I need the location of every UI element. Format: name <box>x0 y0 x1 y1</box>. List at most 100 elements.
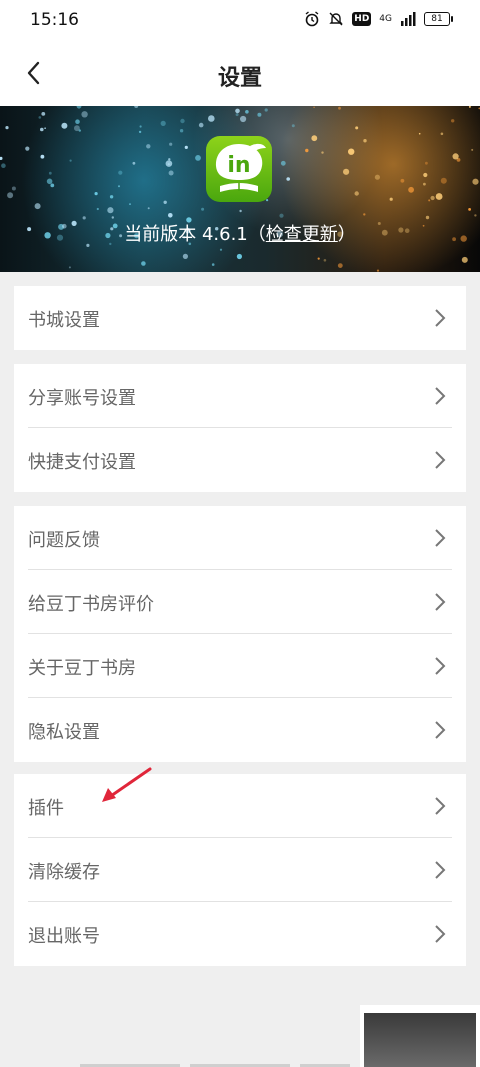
bokeh-dot <box>343 168 350 175</box>
settings-item-privacy[interactable]: 隐私设置 <box>14 698 466 762</box>
settings-group-1: 书城设置 <box>14 286 466 350</box>
signal-icon <box>401 12 416 26</box>
settings-item-label: 清除缓存 <box>28 862 100 883</box>
settings-item-label: 插件 <box>28 798 64 819</box>
bokeh-dot <box>451 119 455 123</box>
bokeh-dot <box>337 263 343 268</box>
bokeh-dot <box>472 178 479 185</box>
bokeh-dot <box>471 148 474 151</box>
settings-item-plugins[interactable]: 插件 <box>14 774 466 838</box>
chevron-right-icon <box>435 925 446 943</box>
settings-item-label: 书城设置 <box>28 310 100 331</box>
settings-item-label: 隐私设置 <box>28 722 100 743</box>
bokeh-dot <box>305 148 309 153</box>
bokeh-dot <box>423 172 428 178</box>
bokeh-dot <box>61 122 68 129</box>
bokeh-dot <box>5 126 9 130</box>
bokeh-dot <box>452 153 459 160</box>
bokeh-dot <box>408 186 414 193</box>
bokeh-dot <box>168 158 171 161</box>
bokeh-dot <box>389 197 393 201</box>
bokeh-dot <box>461 256 468 263</box>
bokeh-dot <box>139 125 142 128</box>
bokeh-dot <box>184 145 188 149</box>
bokeh-dot <box>279 213 284 218</box>
version-banner: in 当前版本 4.6.1（检查更新） <box>0 106 480 272</box>
settings-item-feedback[interactable]: 问题反馈 <box>14 506 466 570</box>
bokeh-dot <box>418 132 421 135</box>
bokeh-dot <box>168 170 174 176</box>
app-icon: in <box>206 136 272 202</box>
bokeh-dot <box>69 159 72 162</box>
settings-item-label: 分享账号设置 <box>28 388 136 409</box>
bokeh-dot <box>311 135 318 142</box>
bokeh-dot <box>147 207 150 210</box>
bokeh-dot <box>354 191 359 196</box>
settings-item-logout[interactable]: 退出账号 <box>14 902 466 966</box>
bokeh-dot <box>201 207 205 211</box>
bokeh-dot <box>435 193 443 200</box>
settings-item-about[interactable]: 关于豆丁书房 <box>14 634 466 698</box>
bokeh-dot <box>7 192 14 199</box>
bokeh-dot <box>211 263 215 266</box>
thumbnail-image <box>364 1013 476 1067</box>
bokeh-dot <box>182 253 188 259</box>
bokeh-dot <box>163 200 167 204</box>
bell-muted-icon <box>329 12 343 26</box>
bokeh-dot <box>291 124 295 128</box>
settings-item-label: 快捷支付设置 <box>28 452 136 473</box>
bokeh-dot <box>44 127 46 129</box>
bokeh-dot <box>235 113 239 117</box>
settings-group-2: 分享账号设置 快捷支付设置 <box>14 364 466 492</box>
app-logo-icon: in <box>215 143 266 192</box>
bokeh-dot <box>280 160 286 166</box>
bokeh-dot <box>179 129 184 133</box>
bokeh-dot <box>198 122 204 128</box>
version-prefix: 当前版本 4.6.1（ <box>124 224 266 245</box>
check-update-link[interactable]: 检查更新 <box>266 224 338 245</box>
bokeh-dot <box>75 119 80 124</box>
status-icons: HD 4G 81 <box>304 11 453 27</box>
bokeh-dot <box>363 213 366 216</box>
bokeh-dot <box>129 203 131 205</box>
bokeh-dot <box>111 216 115 219</box>
bokeh-dot <box>240 115 247 123</box>
bokeh-dot <box>321 151 324 154</box>
bokeh-dot <box>239 209 242 213</box>
bokeh-dot <box>0 156 3 160</box>
bokeh-dot <box>81 111 88 118</box>
page-title: 设置 <box>217 66 262 91</box>
bottom-thumbnail <box>360 1005 480 1067</box>
bokeh-dot <box>348 148 355 155</box>
status-bar: 15:16 HD 4G 81 <box>0 0 480 40</box>
chevron-right-icon <box>435 309 446 327</box>
bokeh-dot <box>428 199 431 202</box>
bokeh-dot <box>132 161 136 165</box>
bokeh-dot <box>168 213 173 218</box>
bokeh-dot <box>76 106 82 109</box>
bokeh-dot <box>40 154 45 159</box>
bokeh-dot <box>160 120 166 126</box>
bokeh-dot <box>118 185 120 188</box>
bokeh-dot <box>118 170 123 175</box>
chevron-right-icon <box>435 657 446 675</box>
settings-item-quick-pay[interactable]: 快捷支付设置 <box>14 428 466 492</box>
bokeh-dot <box>146 144 151 149</box>
bokeh-dot <box>400 178 405 183</box>
bokeh-dot <box>74 125 80 132</box>
bokeh-dot <box>68 266 71 269</box>
battery-icon: 81 <box>424 12 453 26</box>
settings-item-label: 关于豆丁书房 <box>28 658 136 679</box>
settings-item-share-account[interactable]: 分享账号设置 <box>14 364 466 428</box>
settings-item-clear-cache[interactable]: 清除缓存 <box>14 838 466 902</box>
bokeh-dot <box>317 257 320 260</box>
settings-group-3: 问题反馈 给豆丁书房评价 关于豆丁书房 隐私设置 <box>14 506 466 762</box>
bokeh-dot <box>474 214 477 217</box>
bokeh-dot <box>208 115 215 122</box>
settings-item-bookstore[interactable]: 书城设置 <box>14 286 466 350</box>
chevron-right-icon <box>435 451 446 469</box>
chevron-right-icon <box>435 721 446 739</box>
chevron-right-icon <box>435 387 446 405</box>
bokeh-dot <box>468 106 471 108</box>
settings-item-rate[interactable]: 给豆丁书房评价 <box>14 570 466 634</box>
